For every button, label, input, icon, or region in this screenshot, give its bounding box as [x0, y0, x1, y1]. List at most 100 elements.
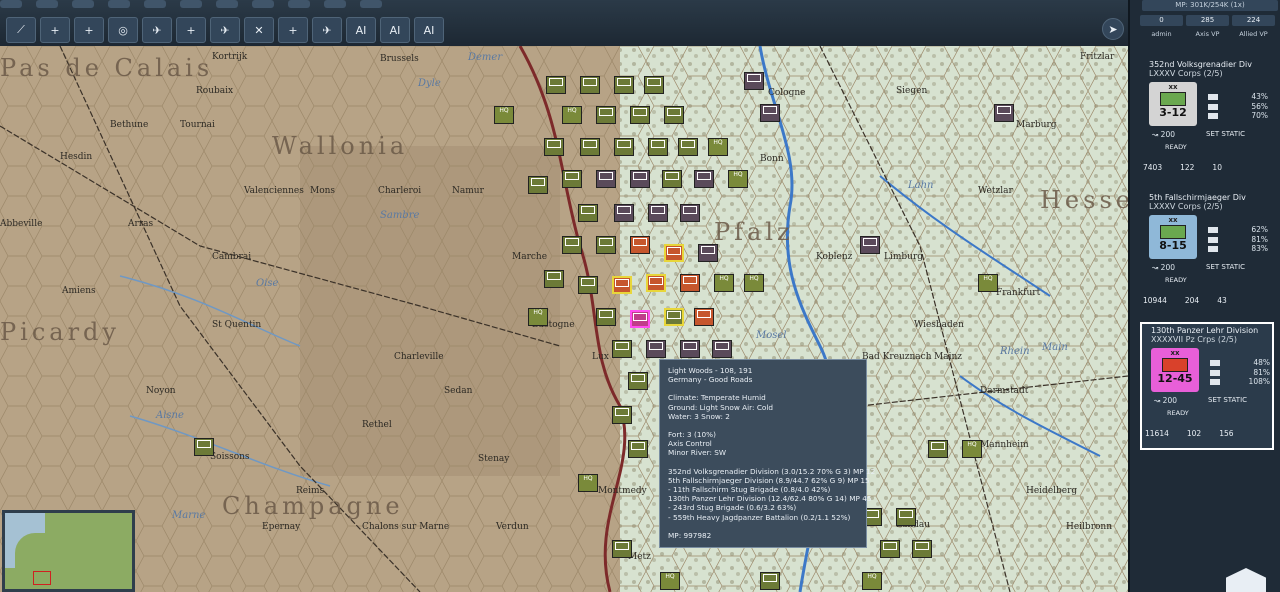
- unit-counter[interactable]: [694, 170, 714, 188]
- unit-counter[interactable]: HQ: [962, 440, 982, 458]
- unit-counter[interactable]: [614, 76, 634, 94]
- ai-move-icon[interactable]: AI: [380, 17, 410, 43]
- unit-counter[interactable]: [994, 104, 1014, 122]
- unit-counter[interactable]: [680, 274, 700, 292]
- unit-counter[interactable]: [596, 170, 616, 188]
- unit-counter[interactable]: HQ: [660, 572, 680, 590]
- unit-counter[interactable]: [580, 76, 600, 94]
- bars-button[interactable]: [216, 0, 238, 8]
- unit-card[interactable]: 5th Fallschirmjaeger Div LXXXV Corps (2/…: [1140, 191, 1274, 319]
- chart-button[interactable]: [360, 0, 382, 8]
- strike-icon[interactable]: ✈: [312, 17, 342, 43]
- game-map[interactable]: Pas de Calais Wallonia Picardy Champagne…: [0, 46, 1128, 592]
- unit-card-selected[interactable]: 130th Panzer Lehr Division XXXXVII Pz Cr…: [1140, 322, 1274, 450]
- unit-counter[interactable]: [614, 138, 634, 156]
- unit-counter[interactable]: HQ: [528, 308, 548, 326]
- unit-counter[interactable]: [664, 244, 684, 262]
- unit-counter[interactable]: [694, 308, 714, 326]
- unit-counter-icon[interactable]: xx 8-15: [1149, 215, 1197, 259]
- unit-counter[interactable]: [630, 170, 650, 188]
- unit-counter[interactable]: [646, 274, 666, 292]
- unit-counter[interactable]: [612, 540, 632, 558]
- unit-counter[interactable]: [614, 204, 634, 222]
- plane-button[interactable]: [288, 0, 310, 8]
- set-static-button[interactable]: SET STATIC: [1206, 130, 1245, 138]
- unit-counter[interactable]: [644, 76, 664, 94]
- unit-counter[interactable]: [646, 340, 666, 358]
- ai-defend-icon[interactable]: AI: [414, 17, 444, 43]
- unit-counter-selected[interactable]: [630, 310, 650, 328]
- unit-counter[interactable]: HQ: [744, 274, 764, 292]
- hand-button[interactable]: [108, 0, 130, 8]
- unit-counter[interactable]: [596, 106, 616, 124]
- unit-counter[interactable]: [880, 540, 900, 558]
- unit-counter-icon[interactable]: xx 12-45: [1151, 348, 1199, 392]
- unit-counter[interactable]: [860, 236, 880, 254]
- unit-counter[interactable]: [628, 372, 648, 390]
- unit-counter[interactable]: HQ: [708, 138, 728, 156]
- unit-counter[interactable]: HQ: [728, 170, 748, 188]
- unit-counter[interactable]: [896, 508, 916, 526]
- unit-counter[interactable]: [596, 236, 616, 254]
- unit-counter[interactable]: [648, 204, 668, 222]
- minimap[interactable]: [2, 510, 135, 592]
- unit-counter[interactable]: [578, 204, 598, 222]
- unit-counter[interactable]: [760, 572, 780, 590]
- build-icon[interactable]: +: [40, 17, 70, 43]
- unit-counter[interactable]: [678, 138, 698, 156]
- unit-counter[interactable]: [698, 244, 718, 262]
- info-button[interactable]: [72, 0, 94, 8]
- recon-icon[interactable]: ✕: [244, 17, 274, 43]
- unit-counter[interactable]: [562, 170, 582, 188]
- unit-counter[interactable]: HQ: [562, 106, 582, 124]
- unit-counter[interactable]: [760, 104, 780, 122]
- settings-button[interactable]: [36, 0, 58, 8]
- unit-counter[interactable]: [546, 76, 566, 94]
- unit-counter[interactable]: [628, 440, 648, 458]
- unit-counter[interactable]: [194, 438, 214, 456]
- flag-button[interactable]: [252, 0, 274, 8]
- unit-counter[interactable]: [744, 72, 764, 90]
- unit-counter[interactable]: [528, 176, 548, 194]
- minimap-viewport[interactable]: [33, 571, 51, 585]
- set-static-button[interactable]: SET STATIC: [1208, 396, 1247, 404]
- unit-counter[interactable]: [912, 540, 932, 558]
- unit-counter[interactable]: [664, 106, 684, 124]
- unit-counter[interactable]: [544, 138, 564, 156]
- unit-counter[interactable]: [630, 236, 650, 254]
- radar-icon[interactable]: ◎: [108, 17, 138, 43]
- unit-counter[interactable]: HQ: [714, 274, 734, 292]
- unit-counter[interactable]: [580, 138, 600, 156]
- unit-counter[interactable]: HQ: [494, 106, 514, 124]
- unit-counter-icon[interactable]: xx 3-12: [1149, 82, 1197, 126]
- unit-counter[interactable]: [630, 106, 650, 124]
- unit-counter[interactable]: [928, 440, 948, 458]
- road-icon[interactable]: ⟋: [6, 17, 36, 43]
- unit-counter[interactable]: HQ: [978, 274, 998, 292]
- unit-counter[interactable]: [680, 340, 700, 358]
- unit-counter[interactable]: [662, 170, 682, 188]
- unit-counter[interactable]: HQ: [578, 474, 598, 492]
- plane-icon[interactable]: ✈: [142, 17, 172, 43]
- menu-button[interactable]: [0, 0, 22, 8]
- gear-button[interactable]: [144, 0, 166, 8]
- army-icon[interactable]: +: [74, 17, 104, 43]
- fleet-icon[interactable]: +: [176, 17, 206, 43]
- unit-counter[interactable]: [544, 270, 564, 288]
- unit-counter[interactable]: [578, 276, 598, 294]
- unit-counter[interactable]: [612, 276, 632, 294]
- unit-card[interactable]: 352nd Volksgrenadier Div LXXXV Corps (2/…: [1140, 58, 1274, 186]
- ship-button[interactable]: [324, 0, 346, 8]
- bomb-icon[interactable]: ✈: [210, 17, 240, 43]
- unit-counter[interactable]: [612, 340, 632, 358]
- unit-counter[interactable]: [648, 138, 668, 156]
- hq-icon[interactable]: +: [278, 17, 308, 43]
- ai-attack-icon[interactable]: AI: [346, 17, 376, 43]
- unit-counter[interactable]: [664, 308, 684, 326]
- set-static-button[interactable]: SET STATIC: [1206, 263, 1245, 271]
- unit-counter[interactable]: [612, 406, 632, 424]
- unit-counter[interactable]: [712, 340, 732, 358]
- unit-counter[interactable]: [680, 204, 700, 222]
- unit-counter[interactable]: [596, 308, 616, 326]
- unit-counter[interactable]: [562, 236, 582, 254]
